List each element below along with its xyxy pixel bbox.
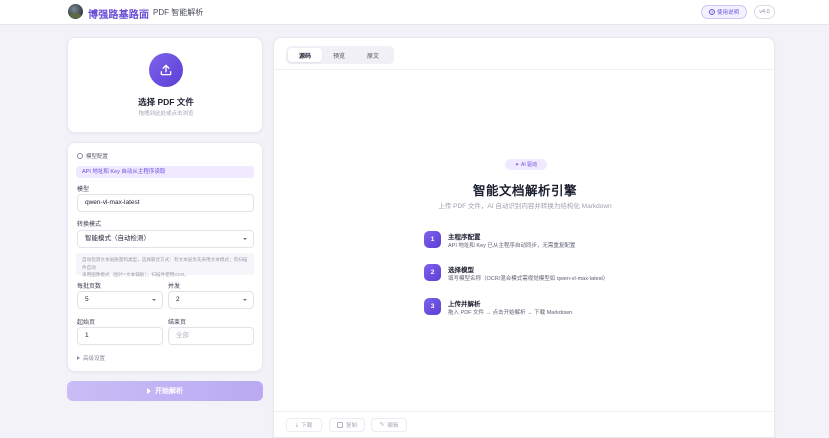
copy-icon	[336, 422, 343, 428]
pages-label: 每批页数	[77, 284, 102, 290]
upload-icon	[149, 53, 183, 87]
step-item: 3 上传并解析 拖入 PDF 文件 → 点击开始解析 → 下载 Markdown	[424, 298, 684, 318]
step-description: 拖入 PDF 文件 → 点击开始解析 → 下载 Markdown	[448, 310, 573, 316]
model-input[interactable]: qwen-vl-max-latest	[77, 194, 254, 212]
concurrency-select[interactable]: 2	[168, 291, 254, 309]
download-label: 下载	[301, 423, 313, 429]
mode-select[interactable]: 智能模式（自动检测）	[77, 230, 254, 248]
start-page-label: 起始页	[77, 320, 96, 326]
chevron-right-icon	[77, 356, 80, 360]
hero-title: 智能文档解析引擎	[472, 184, 577, 198]
model-label: 模型	[77, 187, 90, 193]
config-section-header: 模型配置	[77, 152, 108, 160]
config-section-title: 模型配置	[86, 154, 109, 160]
edit-button[interactable]: ✎ 编辑	[371, 418, 407, 432]
version-badge: v4.0	[754, 5, 775, 19]
end-page-input[interactable]: 全部	[168, 327, 254, 345]
hero-subtitle: 上传 PDF 文件，AI 自动识别内容并转换为结构化 Markdown	[438, 203, 612, 210]
step-number: 1	[424, 231, 441, 248]
top-header: 博强路基路面 / PDF 智能解析 ? 使用说明 v4.0	[0, 0, 829, 25]
config-notice: API 地址和 Key 自动从主程序读取	[76, 166, 254, 178]
end-page-label: 结束页	[168, 320, 187, 326]
logo-avatar	[68, 4, 83, 19]
model-config-panel: 模型配置 API 地址和 Key 自动从主程序读取 模型 qwen-vl-max…	[67, 142, 263, 372]
breadcrumb-current: PDF 智能解析	[153, 8, 204, 17]
tab-source[interactable]: 源码	[288, 48, 322, 62]
advanced-settings-label: 高级设置	[83, 356, 106, 362]
mode-select-value: 智能模式（自动检测）	[85, 235, 150, 242]
mode-hint-line1: 自动检测文本层质量和类型，选择最优方式：有文本层优先采用文本模式；有扫描件自动	[82, 257, 248, 270]
chevron-down-icon	[243, 299, 247, 301]
start-parse-label: 开始解析	[155, 388, 183, 395]
footer-divider	[274, 411, 776, 412]
step-title: 选择模型	[448, 267, 474, 274]
download-icon: ⤓	[295, 421, 299, 428]
brand-name[interactable]: 博强路基路面	[88, 6, 149, 21]
concurrency-select-value: 2	[176, 296, 180, 303]
mode-hint-line2: 采用图像模式（图片+文本辅助）；扫描件使用OCR。	[82, 272, 190, 277]
step-title: 主程序配置	[448, 234, 481, 241]
upload-dropzone[interactable]: 选择 PDF 文件 拖拽到此处或点击浏览	[67, 37, 263, 133]
chevron-down-icon	[243, 238, 247, 240]
step-title: 上传并解析	[448, 301, 481, 308]
breadcrumb-separator: /	[142, 6, 145, 16]
help-button-label: 使用说明	[716, 10, 739, 16]
help-button[interactable]: ? 使用说明	[701, 5, 747, 19]
upload-subtitle: 拖拽到此处或点击浏览	[138, 111, 194, 117]
settings-icon	[77, 153, 83, 159]
edit-label: 编辑	[387, 423, 399, 429]
tab-preview[interactable]: 预览	[322, 48, 356, 62]
mode-hint: 自动检测文本层质量和类型，选择最优方式：有文本层优先采用文本模式；有扫描件自动 …	[76, 253, 254, 277]
step-description: 填写模型名称（OCR/混合模式需视觉模型如 qwen-vl-max-latest…	[448, 276, 609, 282]
edit-icon: ✎	[379, 422, 385, 428]
concurrency-label: 并发	[168, 284, 181, 290]
start-parse-button[interactable]: 开始解析	[67, 381, 263, 401]
start-page-input[interactable]: 1	[77, 327, 163, 345]
step-number: 2	[424, 264, 441, 281]
ai-badge: ✦ AI 驱动	[505, 159, 547, 170]
result-panel: 源码 预览 原文 ✦ AI 驱动 智能文档解析引擎 上传 PDF 文件，AI 自…	[273, 37, 776, 438]
question-icon: ?	[708, 9, 715, 15]
play-icon	[147, 388, 151, 394]
upload-title: 选择 PDF 文件	[138, 97, 194, 107]
copy-label: 复制	[345, 423, 357, 429]
ai-badge-label: AI 驱动	[521, 162, 538, 168]
step-description: API 地址和 Key 已从主程序自动同步，无需重复配置	[448, 243, 576, 249]
view-tabs: 源码 预览 原文	[286, 46, 394, 64]
tabs-divider	[274, 69, 776, 70]
pages-select[interactable]: 5	[77, 291, 163, 309]
step-number: 3	[424, 298, 441, 315]
mode-label: 转换模式	[77, 222, 102, 228]
copy-button[interactable]: 复制	[329, 418, 365, 432]
step-item: 1 主程序配置 API 地址和 Key 已从主程序自动同步，无需重复配置	[424, 231, 684, 251]
sparkle-icon: ✦	[514, 161, 520, 168]
chevron-down-icon	[152, 299, 156, 301]
advanced-settings-toggle[interactable]: 高级设置	[77, 354, 105, 362]
download-button[interactable]: ⤓ 下载	[286, 418, 322, 432]
pages-select-value: 5	[85, 296, 89, 303]
tab-original[interactable]: 原文	[356, 48, 390, 62]
step-item: 2 选择模型 填写模型名称（OCR/混合模式需视觉模型如 qwen-vl-max…	[424, 264, 684, 284]
